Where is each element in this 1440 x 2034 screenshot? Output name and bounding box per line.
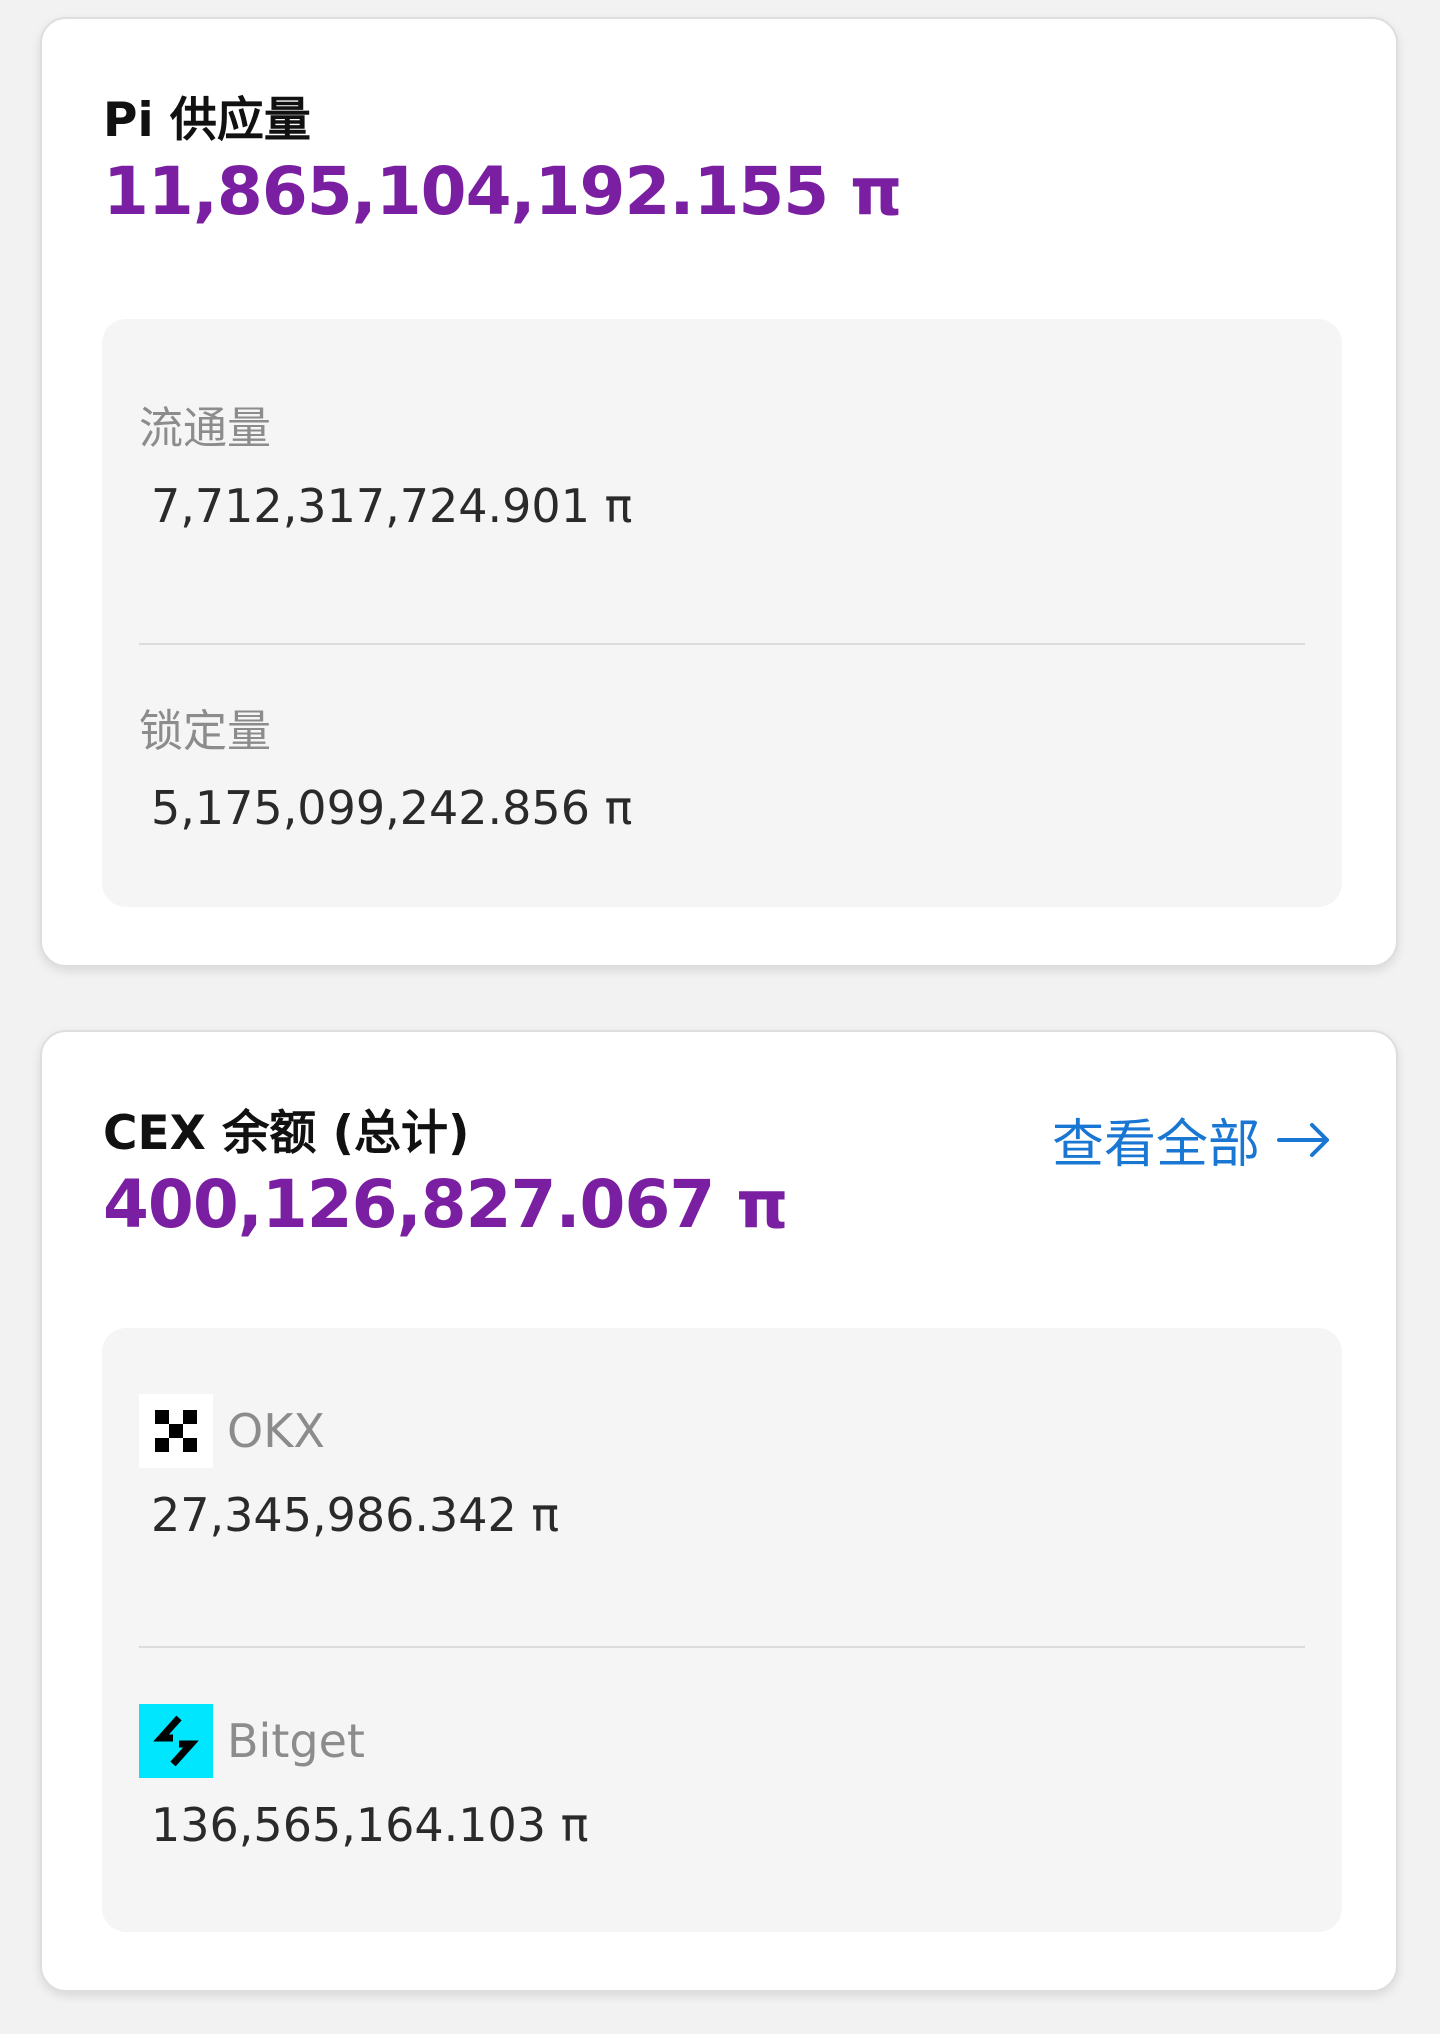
okx-balance-value: 27,345,986.342 π xyxy=(151,1488,560,1542)
exchange-item-okx: OKX xyxy=(139,1394,325,1468)
exchange-item-bitget: Bitget xyxy=(139,1704,365,1778)
circulating-supply-label: 流通量 xyxy=(139,403,271,454)
view-all-link[interactable]: 查看全部 xyxy=(1052,1102,1332,1177)
exchange-divider xyxy=(139,1646,1305,1648)
bitget-logo-icon xyxy=(139,1704,213,1778)
circulating-supply-value: 7,712,317,724.901 π xyxy=(151,479,633,533)
pi-supply-card: Pi 供应量 11,865,104,192.155 π 流通量 7,712,31… xyxy=(40,17,1398,967)
pi-supply-total-value: 11,865,104,192.155 π xyxy=(103,153,902,230)
pi-supply-title: Pi 供应量 xyxy=(103,93,311,148)
arrow-right-icon xyxy=(1277,1122,1329,1157)
cex-balance-card: CEX 余额 (总计) 400,126,827.067 π 查看全部 OKX 2… xyxy=(40,1030,1398,1992)
view-all-label: 查看全部 xyxy=(1051,1115,1260,1175)
bitget-balance-value: 136,565,164.103 π xyxy=(151,1798,589,1852)
locked-supply-label: 锁定量 xyxy=(139,706,271,757)
okx-logo-icon xyxy=(139,1394,213,1468)
supply-breakdown-panel: 流通量 7,712,317,724.901 π 锁定量 5,175,099,24… xyxy=(102,319,1342,907)
exchange-list-panel: OKX 27,345,986.342 π Bitget 136,565,164.… xyxy=(102,1328,1342,1932)
cex-balance-title: CEX 余额 (总计) xyxy=(103,1106,470,1161)
locked-supply-value: 5,175,099,242.856 π xyxy=(151,781,633,835)
cex-balance-total-value: 400,126,827.067 π xyxy=(103,1166,788,1243)
supply-divider xyxy=(139,643,1305,645)
okx-name: OKX xyxy=(227,1404,325,1458)
bitget-name: Bitget xyxy=(227,1714,365,1768)
